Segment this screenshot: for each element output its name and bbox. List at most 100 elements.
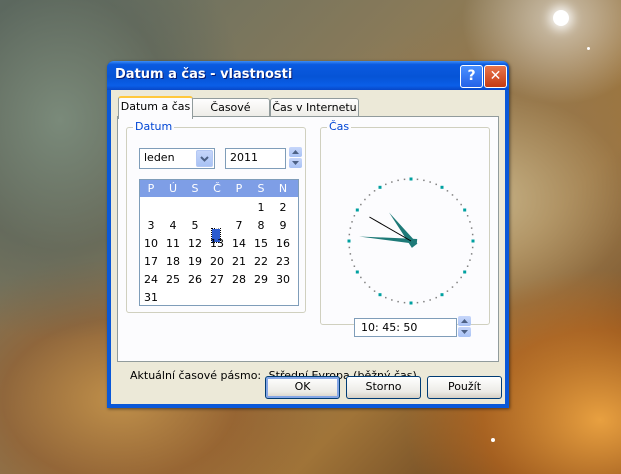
hour-marker [440,185,444,189]
calendar-day[interactable]: 22 [250,255,272,268]
calendar-day[interactable]: 7 [228,219,250,232]
spin-down-button[interactable] [289,158,302,168]
minute-marker [348,246,351,249]
minute-marker [460,203,462,206]
minute-marker [451,286,454,288]
calendar-day[interactable]: 11 [162,237,184,250]
date-time-properties-window: Datum a čas - vlastnosti ? ✕ Datum a čas… [107,61,509,408]
minute-marker [348,233,351,236]
minute-marker [385,296,387,299]
minute-marker [456,198,458,201]
calendar-day-selected[interactable]: 6 [206,219,228,232]
calendar-day[interactable]: 31 [140,291,162,304]
minute-marker [446,290,449,292]
calendar-day[interactable]: 26 [184,273,206,286]
ok-button[interactable]: OK [265,376,340,399]
minute-marker [391,299,393,301]
hour-marker [378,293,382,297]
tab-date-time[interactable]: Datum a čas [118,96,193,119]
hour-marker [347,239,351,243]
time-group-title: Čas [327,120,352,133]
minute-marker [469,259,471,261]
calendar-day[interactable]: 4 [162,219,184,232]
minute-marker [470,227,473,229]
calendar-day[interactable]: 25 [162,273,184,286]
cancel-button[interactable]: Storno [346,376,421,399]
calendar-day[interactable]: 13 [206,237,228,250]
minute-marker [351,259,353,261]
minute-marker [470,253,473,255]
minute-marker [373,190,376,192]
calendar-day[interactable]: 3 [140,219,162,232]
title-bar[interactable]: Datum a čas - vlastnosti ? ✕ [107,61,509,90]
date-group: Datum leden 2011 P Ú S Č P S N 1 2 3 4 5… [126,120,306,313]
minute-marker [469,221,471,223]
calendar-day[interactable]: 12 [184,237,206,250]
chevron-down-icon [461,330,468,334]
calendar-day[interactable]: 19 [184,255,206,268]
calendar-weekday-header: P Ú S Č P S N [140,180,298,197]
year-spinner[interactable] [289,147,302,168]
minute-marker [368,194,371,196]
year-field[interactable]: 2011 [225,148,286,169]
month-select[interactable]: leden [139,148,215,169]
hour-marker [471,239,475,243]
tab-panel: Datum leden 2011 P Ú S Č P S N 1 2 3 4 5… [117,116,499,382]
minute-marker [351,221,353,223]
close-button[interactable]: ✕ [484,65,507,88]
calendar-day[interactable]: 2 [272,201,294,214]
date-group-title: Datum [133,120,175,133]
dropdown-button[interactable] [196,150,213,167]
minute-marker [423,300,425,303]
calendar-day[interactable]: 1 [250,201,272,214]
spin-up-button[interactable] [458,316,471,326]
hour-marker [463,208,467,212]
minute-marker [446,190,449,192]
star [587,47,590,50]
minute-marker [373,290,376,292]
star [553,10,569,26]
calendar-day[interactable]: 21 [228,255,250,268]
minute-marker [403,178,406,181]
minute-marker [423,179,425,182]
calendar-day[interactable]: 20 [206,255,228,268]
calendar-day[interactable]: 29 [250,273,272,286]
minute-marker [471,233,474,236]
chevron-down-icon [200,156,209,162]
calendar-day[interactable]: 10 [140,237,162,250]
tab-time-zone[interactable]: Časové pásmo [191,98,270,132]
chevron-up-icon [292,150,299,154]
calendar-day[interactable]: 27 [206,273,228,286]
minute-marker [471,246,474,249]
calendar-day[interactable]: 23 [272,255,294,268]
tab-internet-time[interactable]: Čas v Internetu [270,98,359,118]
calendar-day[interactable]: 17 [140,255,162,268]
apply-button[interactable]: Použít [427,376,502,399]
calendar-day[interactable]: 15 [250,237,272,250]
spin-up-button[interactable] [289,147,302,157]
time-field[interactable]: 10: 45: 50 [354,318,457,337]
dialog-client-area: Datum a čas Časové pásmo Čas v Internetu… [111,90,505,404]
help-button[interactable]: ? [460,65,483,88]
minute-marker [466,265,469,267]
chevron-up-icon [461,319,468,323]
calendar[interactable]: P Ú S Č P S N 1 2 3 4 5 6 7 8 9 10 11 12… [139,179,299,306]
calendar-day[interactable]: 5 [184,219,206,232]
calendar-day[interactable]: 28 [228,273,250,286]
minute-marker [466,215,469,217]
hour-marker [355,270,359,274]
calendar-day[interactable]: 14 [228,237,250,250]
minute-marker [353,215,356,217]
calendar-day[interactable]: 8 [250,219,272,232]
time-spinner[interactable] [458,316,471,337]
calendar-day[interactable]: 30 [272,273,294,286]
minute-marker [368,286,371,288]
calendar-day[interactable]: 16 [272,237,294,250]
calendar-day[interactable]: 18 [162,255,184,268]
hour-marker [440,293,444,297]
spin-down-button[interactable] [458,327,471,337]
calendar-day[interactable]: 9 [272,219,294,232]
weekday-header: P [235,182,243,195]
minute-marker [435,183,437,186]
calendar-day[interactable]: 24 [140,273,162,286]
